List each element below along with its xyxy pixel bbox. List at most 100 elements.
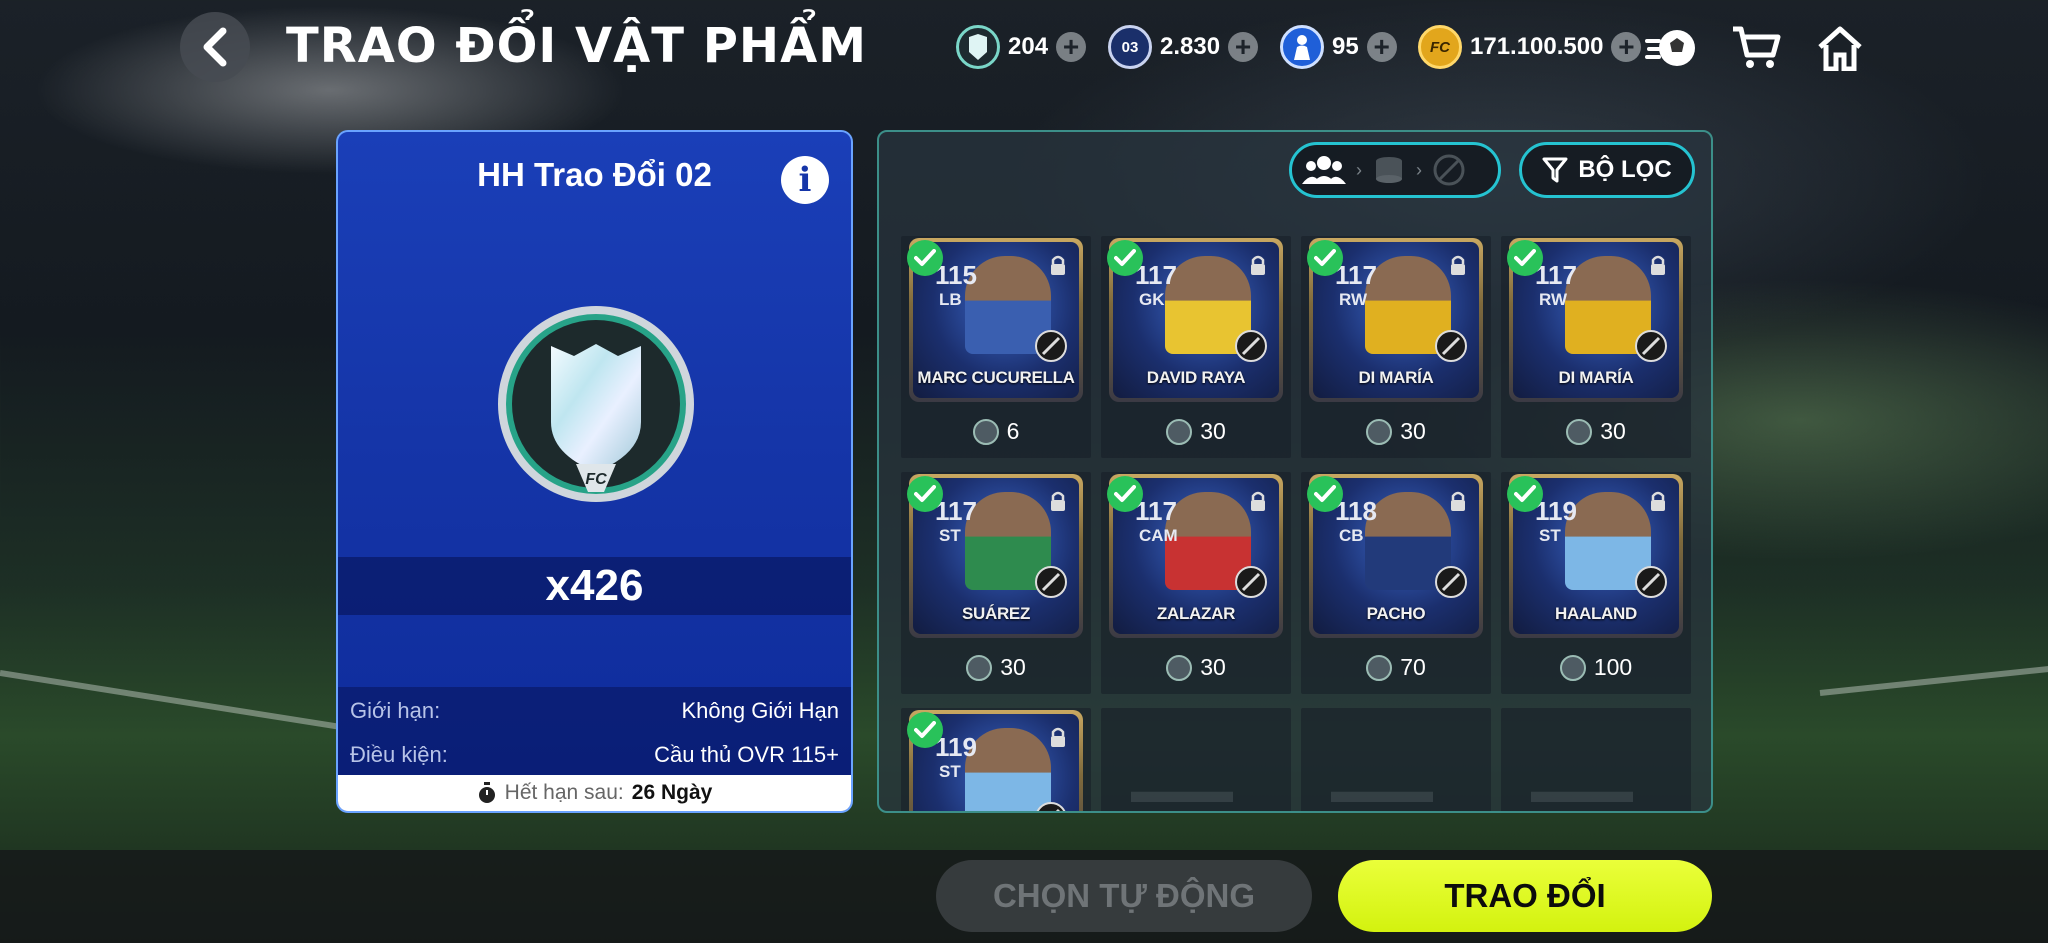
player-card-slot[interactable]: 118 CB PACHO 70 (1301, 472, 1491, 694)
player-card-slot[interactable]: 119 ST (901, 708, 1091, 811)
shield-token-icon (1559, 654, 1586, 681)
shield-token-icon (1366, 418, 1393, 445)
player-card-slot[interactable]: 117 ST SUÁREZ 30 (901, 472, 1091, 694)
player-ovr: 119 (1535, 496, 1577, 526)
player-cost: 70 (1301, 654, 1491, 681)
lock-icon (1051, 255, 1065, 275)
football-icon[interactable] (1644, 22, 1700, 74)
filter-label: BỘ LỌC (1578, 156, 1672, 183)
currency-shield-token: 204 + (956, 24, 1087, 70)
cost-value: 30 (1400, 418, 1426, 444)
sort-selector[interactable]: › › (1289, 142, 1501, 198)
player-cost: 100 (1501, 654, 1691, 681)
player-position: ST (1539, 526, 1561, 545)
untradable-icon (1635, 566, 1667, 598)
currency-fc-coin: FC 171.100.500 + (1418, 24, 1642, 70)
player-position: CAM (1139, 526, 1178, 545)
player-position: ST (939, 762, 961, 781)
player-card-slot[interactable]: 117 CAM ZALAZAR 30 (1101, 472, 1291, 694)
player-ovr: 115 (935, 260, 977, 290)
limit-value: Không Giới Hạn (681, 698, 839, 723)
player-card-slot[interactable]: 115 LB MARC CUCURELLA 6 (901, 236, 1091, 458)
player-position: RW (1339, 290, 1368, 309)
chevron-left-icon (203, 27, 227, 67)
player-position: LB (939, 290, 962, 309)
condition-label: Điều kiện: (350, 742, 448, 767)
player-card-slot[interactable]: 117 RW DI MARÍA 30 (1301, 236, 1491, 458)
lock-icon (1451, 491, 1465, 511)
player-ovr: 119 (935, 732, 977, 762)
add-shield-token-button[interactable]: + (1056, 32, 1087, 62)
currency-player-coin: 95 + (1280, 24, 1397, 70)
cost-value: 30 (1200, 654, 1226, 680)
player-card[interactable]: 117 RW DI MARÍA (1307, 238, 1483, 402)
shield-token-icon (1366, 654, 1393, 681)
player-name: HAALAND (1555, 604, 1637, 623)
untradable-icon (1235, 330, 1267, 362)
player-ovr: 117 (1135, 496, 1177, 526)
expiry-label: Hết hạn sau: (504, 781, 624, 804)
player-card[interactable]: 117 GK DAVID RAYA (1107, 238, 1283, 402)
fc-logo-watermark: ▬▬▬ (1131, 772, 1233, 810)
expiry-value: 26 Ngày (631, 781, 713, 804)
untradable-icon (1433, 154, 1465, 186)
player-portrait (965, 728, 1051, 811)
player-ovr: 117 (1335, 260, 1377, 290)
chevron-right-icon: › (1356, 159, 1362, 180)
player-cost: 30 (1301, 418, 1491, 445)
shield-token-icon (972, 418, 999, 445)
back-button[interactable] (180, 12, 250, 82)
lock-icon (1051, 727, 1065, 747)
home-icon[interactable] (1812, 22, 1868, 74)
untradable-icon (1235, 566, 1267, 598)
player-card[interactable]: 115 LB MARC CUCURELLA (907, 238, 1083, 402)
add-fc-coin-button[interactable]: + (1611, 32, 1642, 62)
add-player-coin-button[interactable]: + (1366, 32, 1397, 62)
player-grid: 115 LB MARC CUCURELLA 6 117 GK DAVID RAYA 30 117… (901, 236, 1695, 811)
shield-token-icon (1166, 654, 1193, 681)
auto-select-button[interactable]: CHỌN TỰ ĐỘNG (936, 860, 1312, 932)
player-card-slot[interactable]: 117 GK DAVID RAYA 30 (1101, 236, 1291, 458)
player-card[interactable]: 117 RW DI MARÍA (1507, 238, 1683, 402)
exchange-item-details: Giới hạn: Không Giới Hạn Điều kiện: Cầu … (338, 687, 851, 777)
filter-icon (1542, 157, 1568, 183)
stopwatch-icon (478, 782, 495, 803)
info-icon[interactable]: i (781, 156, 829, 204)
player-card[interactable]: 118 CB PACHO (1307, 474, 1483, 638)
cost-value: 30 (1600, 418, 1626, 444)
untradable-icon (1035, 802, 1067, 811)
coin-stack-icon (1376, 157, 1402, 183)
player-name: ZALAZAR (1156, 604, 1236, 623)
cost-value: 6 (1006, 418, 1020, 444)
player-name: SUÁREZ (961, 604, 1031, 623)
cost-value: 30 (1000, 654, 1026, 680)
selected-check-icon (907, 712, 943, 748)
cart-icon[interactable] (1728, 22, 1784, 74)
player-position: ST (939, 526, 961, 545)
player-card[interactable]: 119 ST (907, 710, 1083, 811)
player-card[interactable]: 117 ST SUÁREZ (907, 474, 1083, 638)
currency-value: 171.100.500 (1470, 33, 1604, 60)
filter-button[interactable]: BỘ LỌC (1519, 142, 1695, 198)
selected-check-icon (907, 476, 943, 512)
player-cost: 30 (1101, 654, 1291, 681)
pitch-line (0, 670, 357, 733)
player-card[interactable]: 117 CAM ZALAZAR (1107, 474, 1283, 638)
player-card[interactable]: 119 ST HAALAND (1507, 474, 1683, 638)
currency-value: 2.830 (1160, 33, 1221, 60)
player-coin-icon (1280, 25, 1324, 69)
exchange-item-card: HH Trao Đổi 02 i FC x426 Giới hạn: Không… (336, 130, 853, 813)
untradable-icon (1035, 566, 1067, 598)
player-position: GK (1139, 290, 1165, 309)
exchange-item-title: HH Trao Đổi 02 (477, 156, 712, 193)
player-cost: 30 (901, 654, 1091, 681)
lock-icon (1051, 491, 1065, 511)
player-cost: 30 (1501, 418, 1691, 445)
player-card-slot[interactable]: 117 RW DI MARÍA 30 (1501, 236, 1691, 458)
limit-label: Giới hạn: (350, 698, 441, 723)
trade-button[interactable]: TRAO ĐỔI (1338, 860, 1712, 932)
add-card-pack-button[interactable]: + (1228, 32, 1259, 62)
player-ovr: 118 (1335, 496, 1377, 526)
player-card-slot[interactable]: 119 ST HAALAND 100 (1501, 472, 1691, 694)
selected-check-icon (907, 240, 943, 276)
